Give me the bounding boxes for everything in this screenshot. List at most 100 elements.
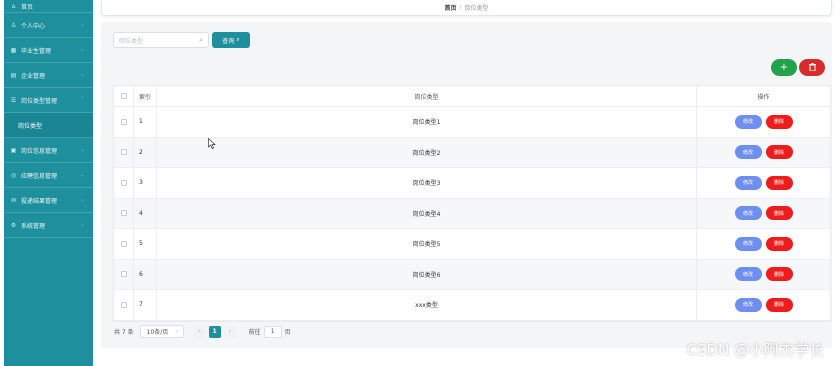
job-type-table: 索引 岗位类型 操作 1 岗位类型1 修改 删除 2 岗位类型2 修改 删除 3 bbox=[113, 85, 831, 322]
search-icon: ⌕ bbox=[236, 36, 240, 43]
pagination-total: 共 7 条 bbox=[114, 329, 134, 336]
row-checkbox[interactable] bbox=[120, 210, 127, 217]
table-row: 3 岗位类型3 修改 删除 bbox=[114, 168, 830, 199]
breadcrumb-home[interactable]: 首页 bbox=[444, 3, 456, 12]
delete-button[interactable]: 删除 bbox=[765, 297, 793, 312]
sidebar-item-graduates[interactable]: ▦ 毕业生管理 ⌄ bbox=[4, 38, 93, 63]
search-button[interactable]: 查询 ⌕ bbox=[212, 32, 250, 48]
row-checkbox[interactable] bbox=[120, 179, 127, 186]
chevron-down-icon: ⌄ bbox=[79, 146, 85, 153]
delete-button[interactable]: 删除 bbox=[765, 236, 793, 251]
sidebar-item-label: 投递结果管理 bbox=[21, 197, 58, 205]
sidebar: ⌂ 首页 ♙ 个人中心 ⌄ ▦ 毕业生管理 ⌄ ▤ 企业管理 ⌄ ☰ 岗位类型管… bbox=[4, 0, 93, 366]
row-index: 3 bbox=[134, 168, 157, 198]
edit-button[interactable]: 修改 bbox=[734, 297, 762, 312]
breadcrumb-separator: / bbox=[459, 4, 462, 11]
breadcrumb-current: 岗位类型 bbox=[464, 5, 489, 12]
search-input[interactable]: 岗位类型 ⌕ bbox=[113, 32, 209, 48]
chevron-down-icon: ⌄ bbox=[79, 196, 85, 203]
gear-icon: ⚙ bbox=[10, 221, 17, 229]
page-size-select[interactable]: 10条/页 ⌄ bbox=[139, 325, 184, 338]
batch-delete-button[interactable] bbox=[799, 59, 825, 76]
delete-button[interactable]: 删除 bbox=[765, 267, 793, 282]
row-checkbox[interactable] bbox=[120, 149, 127, 156]
watermark: CSDN @小阿杰学长 bbox=[686, 341, 824, 359]
row-name: 岗位类型6 bbox=[157, 259, 697, 289]
chevron-up-icon: ⌃ bbox=[79, 96, 85, 103]
sidebar-item-label: 应聘信息管理 bbox=[21, 172, 58, 180]
table-row: 4 岗位类型4 修改 删除 bbox=[114, 198, 830, 229]
delete-button[interactable]: 删除 bbox=[765, 145, 793, 160]
row-name: 岗位类型4 bbox=[157, 198, 697, 228]
row-index: 7 bbox=[134, 290, 157, 320]
sidebar-item-label: 个人中心 bbox=[21, 22, 46, 30]
sidebar-item-label: 岗位信息管理 bbox=[21, 147, 58, 155]
edit-button[interactable]: 修改 bbox=[734, 267, 762, 282]
row-checkbox[interactable] bbox=[120, 118, 127, 125]
row-checkbox[interactable] bbox=[120, 240, 127, 247]
sidebar-subitem-job-type[interactable]: 岗位类型 bbox=[4, 113, 93, 138]
goto-label: 前往 bbox=[248, 329, 261, 336]
sidebar-item-system[interactable]: ⚙ 系统管理 ⌄ bbox=[4, 213, 93, 238]
sidebar-item-label: 首页 bbox=[21, 3, 34, 11]
row-index: 5 bbox=[134, 229, 157, 259]
search-button-label: 查询 bbox=[222, 37, 235, 45]
add-button[interactable]: + bbox=[771, 59, 797, 76]
chevron-down-icon: ⌄ bbox=[79, 46, 85, 53]
table-row: 1 岗位类型1 修改 删除 bbox=[114, 107, 830, 138]
delete-button[interactable]: 删除 bbox=[765, 175, 793, 190]
row-index: 2 bbox=[134, 137, 157, 167]
row-checkbox[interactable] bbox=[120, 301, 127, 308]
delete-button[interactable]: 删除 bbox=[765, 114, 793, 129]
sidebar-item-label: 岗位类型管理 bbox=[21, 97, 58, 105]
edit-button[interactable]: 修改 bbox=[734, 206, 762, 221]
search-placeholder: 岗位类型 bbox=[119, 37, 144, 45]
row-name: 岗位类型5 bbox=[157, 229, 697, 259]
page-number-current[interactable]: 1 bbox=[208, 325, 221, 338]
sidebar-item-job-info[interactable]: ▣ 岗位信息管理 ⌄ bbox=[4, 138, 93, 163]
edit-button[interactable]: 修改 bbox=[734, 145, 762, 160]
grid-icon: ▦ bbox=[10, 46, 17, 54]
table-row: 2 岗位类型2 修改 删除 bbox=[114, 137, 830, 168]
page-size-value: 10条/页 bbox=[146, 329, 169, 336]
sidebar-item-companies[interactable]: ▤ 企业管理 ⌄ bbox=[4, 63, 93, 88]
sidebar-item-label: 企业管理 bbox=[21, 72, 46, 80]
trash-icon bbox=[808, 62, 816, 73]
chevron-down-icon: ⌄ bbox=[79, 21, 85, 28]
row-name: 岗位类型1 bbox=[157, 107, 697, 137]
next-page-button[interactable]: › bbox=[223, 325, 236, 338]
row-name: xxx类型 bbox=[157, 290, 697, 320]
pin-icon: ◎ bbox=[10, 171, 17, 179]
sidebar-item-results[interactable]: ✉ 投递结果管理 ⌄ bbox=[4, 188, 93, 213]
sidebar-item-label: 毕业生管理 bbox=[21, 47, 52, 55]
sidebar-item-job-types[interactable]: ☰ 岗位类型管理 ⌃ bbox=[4, 88, 93, 113]
edit-button[interactable]: 修改 bbox=[734, 236, 762, 251]
edit-button[interactable]: 修改 bbox=[734, 175, 762, 190]
delete-button[interactable]: 删除 bbox=[765, 206, 793, 221]
sidebar-item-home[interactable]: ⌂ 首页 bbox=[4, 0, 93, 13]
sidebar-item-label: 岗位类型 bbox=[18, 122, 43, 130]
goto-page-input[interactable]: 1 bbox=[263, 325, 282, 338]
chevron-down-icon: ⌄ bbox=[79, 221, 85, 228]
row-index: 4 bbox=[134, 198, 157, 228]
select-all-checkbox[interactable] bbox=[120, 93, 127, 99]
edit-button[interactable]: 修改 bbox=[734, 114, 762, 129]
row-index: 1 bbox=[134, 107, 157, 137]
sidebar-item-applications[interactable]: ◎ 应聘信息管理 ⌄ bbox=[4, 163, 93, 188]
pagination: 共 7 条 10条/页 ⌄ ‹ 1 › 前往 1 页 bbox=[114, 325, 291, 338]
search-icon: ⌕ bbox=[199, 36, 203, 44]
mouse-cursor-icon bbox=[208, 138, 216, 149]
sidebar-item-profile[interactable]: ♙ 个人中心 ⌄ bbox=[4, 13, 93, 38]
mail-icon: ✉ bbox=[10, 196, 17, 204]
chevron-down-icon: ⌄ bbox=[79, 71, 85, 78]
page-unit-label: 页 bbox=[284, 329, 291, 336]
row-checkbox[interactable] bbox=[120, 271, 127, 278]
table-row: 5 岗位类型5 修改 删除 bbox=[114, 229, 830, 260]
prev-page-button[interactable]: ‹ bbox=[193, 325, 206, 338]
header-ops: 操作 bbox=[757, 93, 770, 101]
table-row: 7 xxx类型 修改 删除 bbox=[114, 290, 830, 321]
header-index: 索引 bbox=[134, 86, 157, 106]
row-name: 岗位类型2 bbox=[157, 137, 697, 167]
chevron-down-icon: ⌄ bbox=[79, 171, 85, 178]
sidebar-item-label: 系统管理 bbox=[21, 222, 46, 230]
